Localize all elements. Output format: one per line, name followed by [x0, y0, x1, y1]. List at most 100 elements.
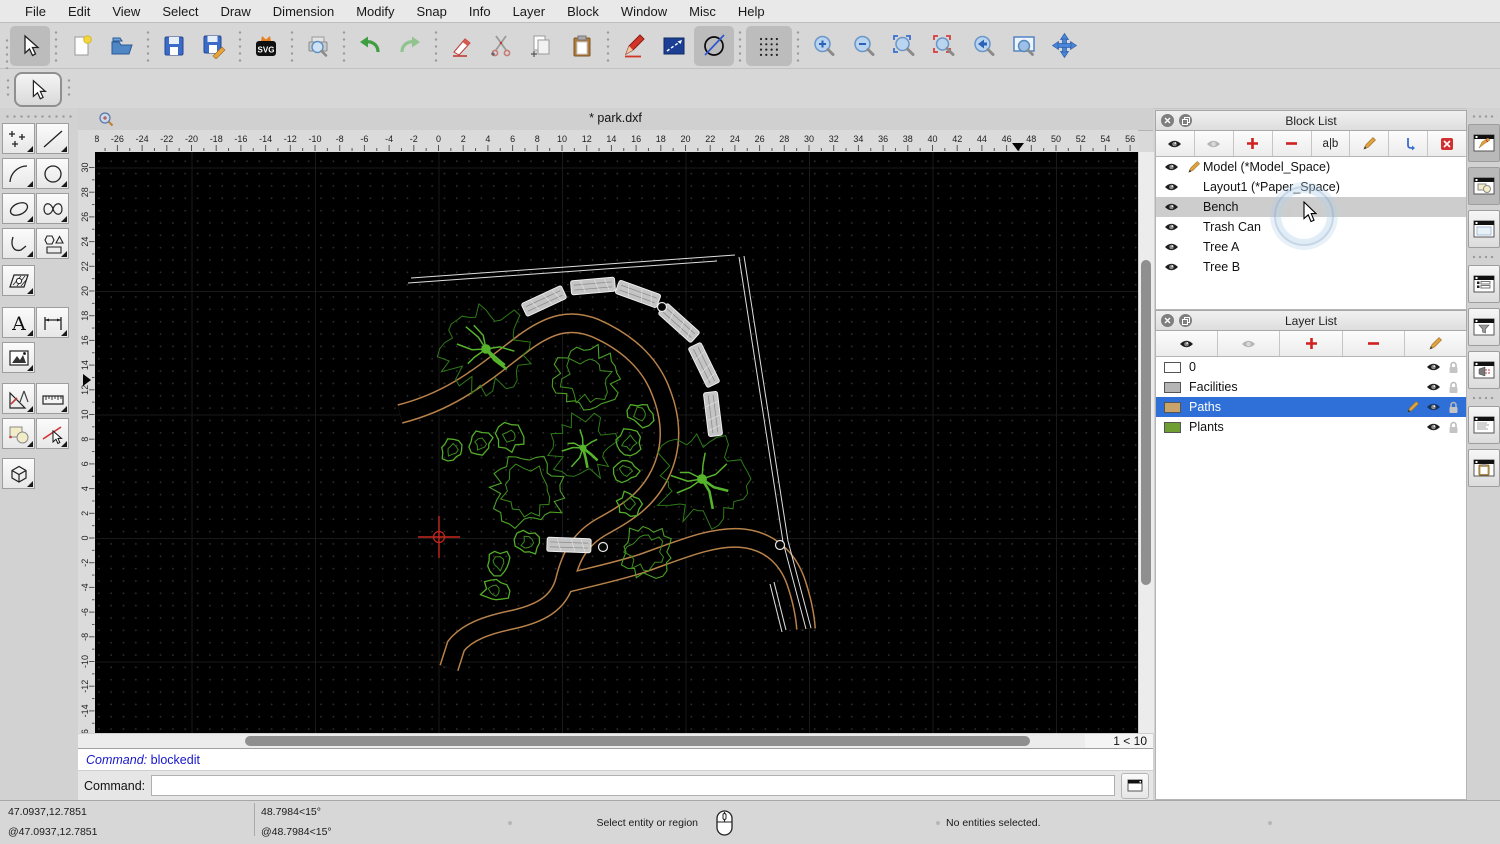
zoom-out-button[interactable]: [844, 26, 884, 66]
blocks-tool[interactable]: [2, 418, 35, 449]
remove-block-button[interactable]: [1272, 131, 1312, 156]
command-window-button[interactable]: [1121, 772, 1149, 799]
eye-icon[interactable]: [1164, 202, 1179, 212]
zoom-in-button[interactable]: [804, 26, 844, 66]
bush-entity[interactable]: [513, 529, 541, 555]
library-browser-widget-button[interactable]: [1467, 265, 1500, 303]
tree-b-entity[interactable]: [488, 455, 566, 530]
block-item-model-model-space-[interactable]: Model (*Model_Space): [1156, 157, 1466, 177]
save-button[interactable]: [154, 26, 194, 66]
ellipse-tool[interactable]: [2, 193, 35, 224]
rename-block-button[interactable]: a|b: [1311, 131, 1351, 156]
property-editor-widget-button[interactable]: [1467, 210, 1500, 248]
eye-icon[interactable]: [1426, 402, 1441, 412]
boundary-line[interactable]: [410, 254, 736, 279]
edit-layer-button[interactable]: [1404, 331, 1467, 356]
block-list-widget-button[interactable]: [1467, 124, 1500, 162]
zoom-auto-button[interactable]: [884, 26, 924, 66]
add-block-button[interactable]: [1233, 131, 1273, 156]
draw-tools-tool[interactable]: [2, 383, 35, 414]
line-tool-button[interactable]: [654, 26, 694, 66]
layer-color-swatch[interactable]: [1164, 421, 1181, 433]
purge-block-button[interactable]: [1428, 131, 1466, 156]
bench-entity[interactable]: [570, 276, 616, 296]
lock-icon[interactable]: [1448, 401, 1459, 414]
add-layer-button[interactable]: [1280, 331, 1343, 356]
modify-tool[interactable]: [36, 418, 69, 449]
trash-can-entity[interactable]: [597, 541, 609, 553]
lock-icon[interactable]: [1448, 381, 1459, 394]
copy-button[interactable]: [522, 26, 562, 66]
palette-handle[interactable]: [4, 114, 74, 119]
lock-icon[interactable]: [1448, 421, 1459, 434]
pan-button[interactable]: [1044, 26, 1084, 66]
dimension-tool[interactable]: [36, 307, 69, 338]
horizontal-scrollbar-thumb[interactable]: [245, 736, 1030, 746]
eye-icon[interactable]: [1426, 382, 1441, 392]
line-tool[interactable]: [36, 123, 69, 154]
text-tool[interactable]: A: [2, 307, 35, 338]
menu-info[interactable]: Info: [458, 4, 502, 19]
menu-help[interactable]: Help: [727, 4, 776, 19]
drawing-window-titlebar[interactable]: * park.dxf: [78, 108, 1153, 131]
drawing-canvas[interactable]: [95, 152, 1138, 733]
spline-tool[interactable]: [36, 193, 69, 224]
bench-entity[interactable]: [521, 285, 567, 317]
tree-a-entity[interactable]: [546, 412, 619, 480]
layer-item-facilities[interactable]: Facilities: [1156, 377, 1466, 397]
hatch-tool[interactable]: [2, 265, 35, 296]
menu-view[interactable]: View: [101, 4, 151, 19]
show-all-blocks-button[interactable]: [1156, 131, 1195, 156]
svg-export-button[interactable]: SVG: [246, 26, 286, 66]
float-icon[interactable]: [1179, 314, 1192, 327]
zoom-window-button[interactable]: [1004, 26, 1044, 66]
redo-button[interactable]: [390, 26, 430, 66]
trash-can-entity[interactable]: [774, 539, 786, 551]
menu-dimension[interactable]: Dimension: [262, 4, 345, 19]
eye-icon[interactable]: [1164, 242, 1179, 252]
eraser-button[interactable]: [442, 26, 482, 66]
menu-layer[interactable]: Layer: [502, 4, 557, 19]
rail-handle[interactable]: [1470, 114, 1497, 119]
open-file-button[interactable]: [102, 26, 142, 66]
bush-entity[interactable]: [487, 550, 511, 577]
close-icon[interactable]: [1161, 314, 1174, 327]
selection-filter-widget-button[interactable]: [1467, 308, 1500, 346]
save-as-button[interactable]: [194, 26, 234, 66]
solid-tool[interactable]: [2, 458, 35, 489]
menu-edit[interactable]: Edit: [57, 4, 101, 19]
vertical-scrollbar[interactable]: [1138, 152, 1154, 733]
eye-icon[interactable]: [1164, 162, 1179, 172]
measure-tool[interactable]: [36, 383, 69, 414]
show-all-layers-button[interactable]: [1156, 331, 1219, 356]
bush-entity[interactable]: [440, 438, 463, 462]
boundary-line[interactable]: [407, 260, 718, 284]
undo-button[interactable]: [350, 26, 390, 66]
toolbar-handle[interactable]: [5, 77, 11, 100]
bench-entity[interactable]: [614, 279, 662, 309]
float-icon[interactable]: [1179, 114, 1192, 127]
cut-button[interactable]: [482, 26, 522, 66]
hide-all-blocks-button[interactable]: [1194, 131, 1234, 156]
eye-icon[interactable]: [1426, 422, 1441, 432]
tree-b-entity[interactable]: [551, 343, 622, 411]
menu-window[interactable]: Window: [610, 4, 678, 19]
menu-file[interactable]: File: [14, 4, 57, 19]
bush-entity[interactable]: [468, 430, 494, 456]
shapes-tool[interactable]: [36, 228, 69, 259]
layer-list-widget-button[interactable]: [1467, 167, 1500, 205]
polyline-tool[interactable]: [2, 228, 35, 259]
bush-entity[interactable]: [479, 578, 511, 601]
vertical-scrollbar-thumb[interactable]: [1141, 260, 1151, 585]
bush-entity[interactable]: [615, 428, 642, 457]
eye-icon[interactable]: [1426, 362, 1441, 372]
circle-tool[interactable]: [36, 158, 69, 189]
menu-misc[interactable]: Misc: [678, 4, 727, 19]
zoom-selection-button[interactable]: [924, 26, 964, 66]
layer-color-swatch[interactable]: [1164, 381, 1181, 393]
menu-modify[interactable]: Modify: [345, 4, 405, 19]
bush-entity[interactable]: [612, 459, 642, 484]
hide-all-layers-button[interactable]: [1218, 331, 1281, 356]
grid-toggle-button[interactable]: [746, 25, 792, 66]
eye-icon[interactable]: [1164, 262, 1179, 272]
